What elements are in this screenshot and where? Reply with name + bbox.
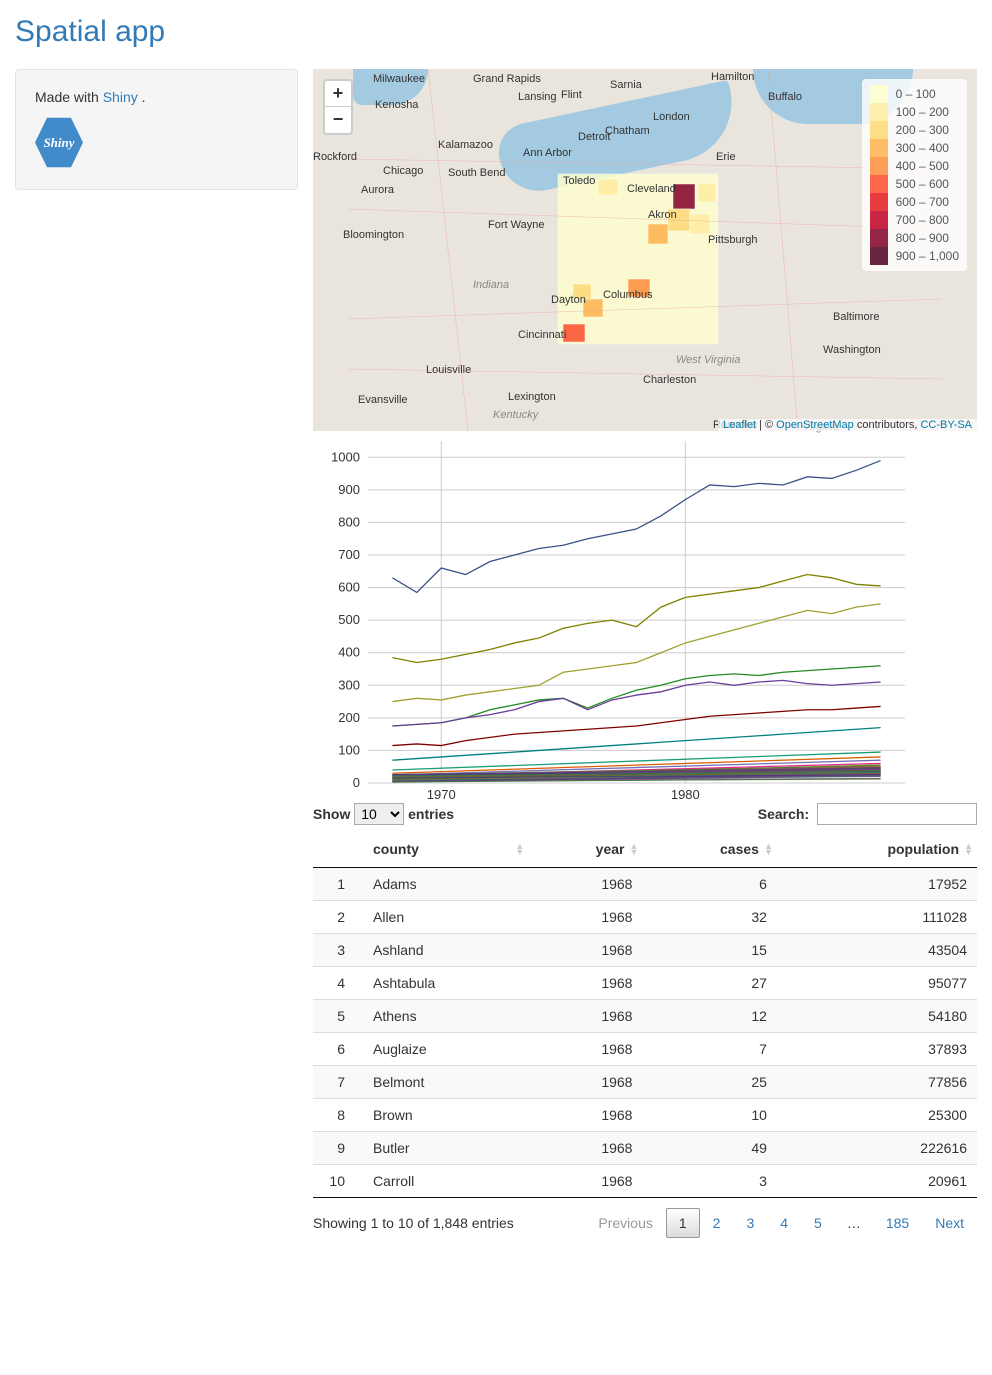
zoom-in-button[interactable]: + [325, 81, 351, 107]
svg-text:900: 900 [338, 482, 360, 497]
table-row: 7Belmont19682577856 [313, 1066, 977, 1099]
svg-text:1980: 1980 [671, 787, 700, 802]
svg-text:700: 700 [338, 547, 360, 562]
table-row: 9Butler196849222616 [313, 1132, 977, 1165]
map-attribution: Leaflet | © OpenStreetMap contributors, … [718, 419, 977, 431]
table-row: 6Auglaize1968737893 [313, 1033, 977, 1066]
shiny-link[interactable]: Shiny [103, 89, 138, 105]
page-button[interactable]: 4 [767, 1208, 801, 1238]
legend-item: 900 – 1,000 [870, 247, 959, 265]
svg-text:100: 100 [338, 742, 360, 757]
zoom-out-button[interactable]: − [325, 107, 351, 133]
column-header[interactable]: population▲▼ [777, 831, 977, 868]
pagination: Previous12345…185Next [585, 1208, 977, 1238]
svg-text:1970: 1970 [427, 787, 456, 802]
page-ellipsis: … [835, 1209, 873, 1237]
page-button[interactable]: 5 [801, 1208, 835, 1238]
legend-item: 100 – 200 [870, 103, 959, 121]
page-button[interactable]: 3 [733, 1208, 767, 1238]
column-header[interactable]: cases▲▼ [642, 831, 776, 868]
legend-item: 0 – 100 [870, 85, 959, 103]
leaflet-map[interactable]: Milwaukee Grand Rapids Lansing Flint Sar… [313, 69, 977, 431]
table-row: 3Ashland19681543504 [313, 934, 977, 967]
page-button[interactable]: 2 [700, 1208, 734, 1238]
license-link[interactable]: CC-BY-SA [920, 419, 972, 431]
svg-text:400: 400 [338, 645, 360, 660]
data-table: county▲▼year▲▼cases▲▼population▲▼ 1Adams… [313, 831, 977, 1198]
table-row: 5Athens19681254180 [313, 1000, 977, 1033]
made-with-text: Made with Shiny . [35, 89, 278, 105]
prev-button: Previous [585, 1208, 665, 1238]
table-row: 10Carroll1968320961 [313, 1165, 977, 1198]
svg-text:300: 300 [338, 677, 360, 692]
table-row: 4Ashtabula19682795077 [313, 967, 977, 1000]
shiny-logo-icon: Shiny [35, 115, 83, 170]
legend-item: 500 – 600 [870, 175, 959, 193]
search-input[interactable] [817, 803, 977, 825]
length-select[interactable]: 102550100 [354, 803, 404, 825]
column-header[interactable]: year▲▼ [528, 831, 642, 868]
leaflet-link[interactable]: Leaflet [723, 419, 756, 431]
svg-text:500: 500 [338, 612, 360, 627]
osm-link[interactable]: OpenStreetMap [776, 419, 854, 431]
column-header[interactable] [313, 831, 363, 868]
legend-item: 800 – 900 [870, 229, 959, 247]
svg-text:200: 200 [338, 710, 360, 725]
ohio-choropleth [348, 69, 942, 431]
next-button[interactable]: Next [922, 1208, 977, 1238]
legend-item: 200 – 300 [870, 121, 959, 139]
legend-item: 300 – 400 [870, 139, 959, 157]
map-legend: 0 – 100100 – 200200 – 300300 – 400400 – … [862, 79, 967, 271]
length-label: Show 102550100 entries [313, 803, 454, 825]
table-row: 8Brown19681025300 [313, 1099, 977, 1132]
search-label: Search: [758, 803, 977, 825]
legend-item: 400 – 500 [870, 157, 959, 175]
made-with-suffix: . [138, 89, 146, 105]
svg-text:800: 800 [338, 514, 360, 529]
page-button[interactable]: 1 [666, 1208, 700, 1238]
page-button[interactable]: 185 [873, 1208, 922, 1238]
made-with-prefix: Made with [35, 89, 103, 105]
column-header[interactable]: county▲▼ [363, 831, 528, 868]
table-info: Showing 1 to 10 of 1,848 entries [313, 1215, 514, 1231]
table-row: 1Adams1968617952 [313, 868, 977, 901]
page-title: Spatial app [15, 15, 977, 49]
svg-text:1000: 1000 [331, 449, 360, 464]
zoom-control: + − [323, 79, 353, 135]
legend-item: 700 – 800 [870, 211, 959, 229]
shiny-logo-text: Shiny [43, 135, 74, 151]
legend-item: 600 – 700 [870, 193, 959, 211]
svg-text:0: 0 [353, 775, 360, 790]
sidebar-panel: Made with Shiny . Shiny [15, 69, 298, 190]
time-series-chart[interactable]: 0 100 200 300 400 500 600 700 800 900 1000 1970 1980 [313, 433, 977, 803]
table-row: 2Allen196832111028 [313, 901, 977, 934]
svg-text:600: 600 [338, 580, 360, 595]
